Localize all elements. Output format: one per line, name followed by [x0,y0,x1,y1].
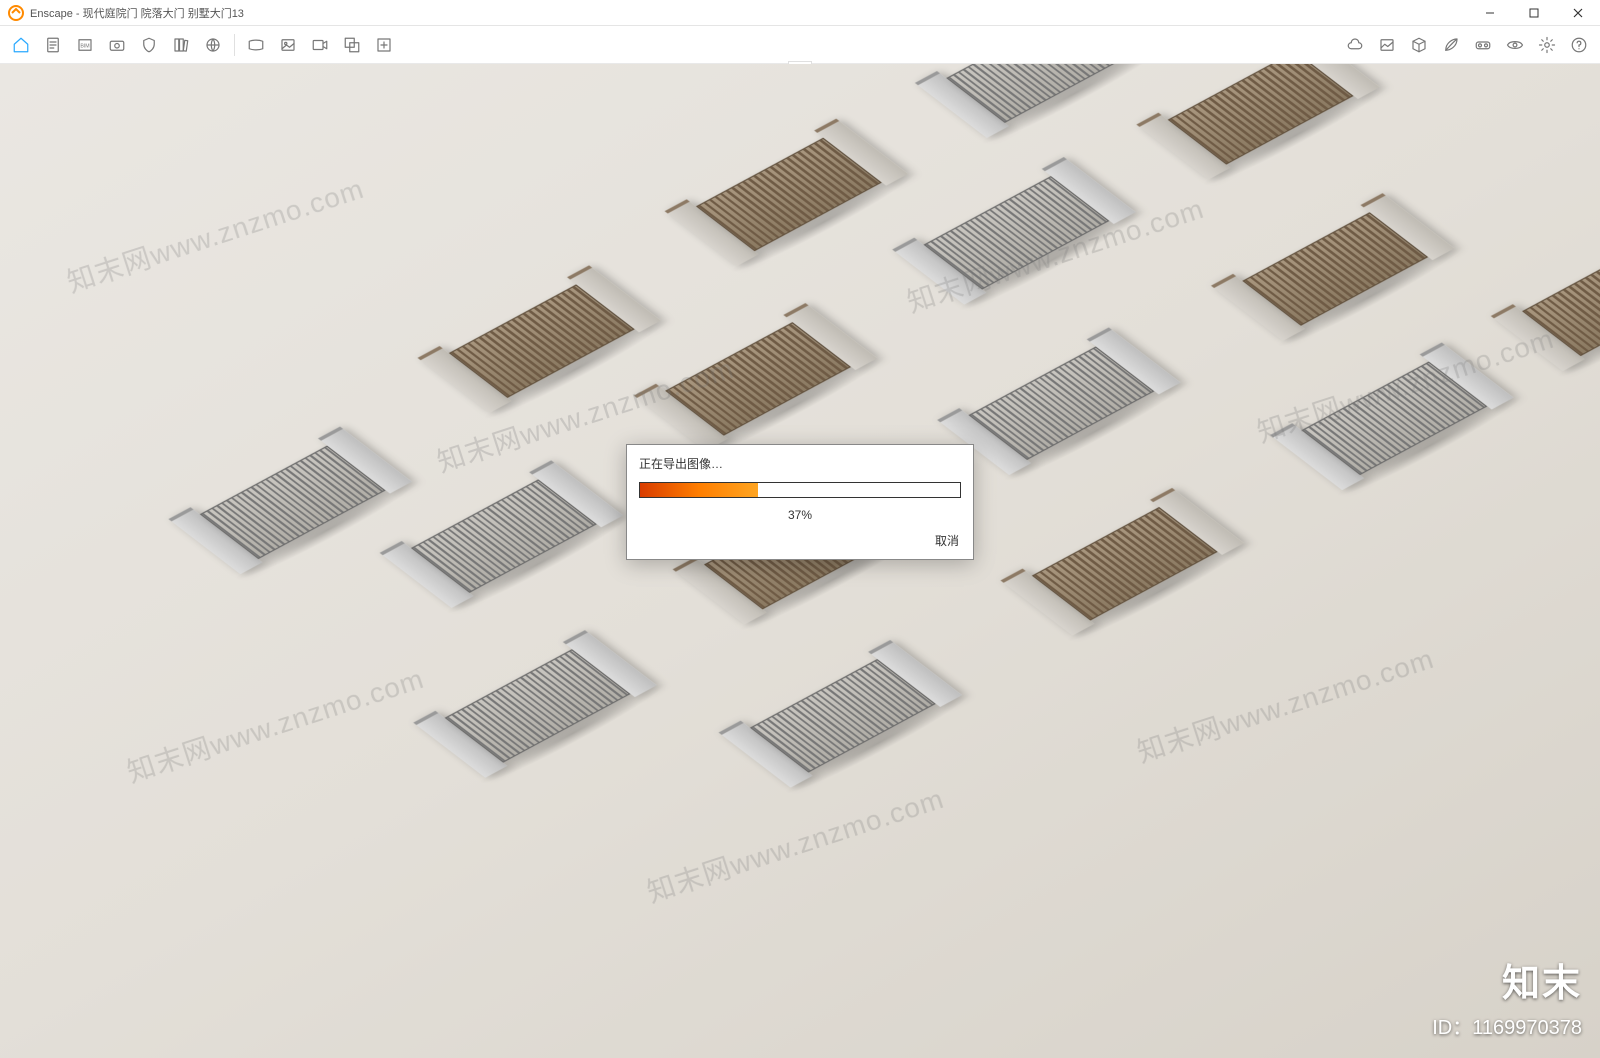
camera-icon[interactable] [102,30,132,60]
bim-icon[interactable]: BIM [70,30,100,60]
library-icon[interactable] [166,30,196,60]
window-minimize-button[interactable] [1468,0,1512,26]
gate-model [168,427,412,575]
gate-model [719,640,963,788]
batch-export-icon[interactable] [337,30,367,60]
brand-text: 知末 [1432,952,1582,1007]
main-toolbar: BIM ▲ [0,26,1600,64]
export-progress-dialog: 正在导出图像… 37% 取消 [626,444,974,560]
toolbar-group-right [1340,30,1594,60]
gate-model [915,64,1159,138]
svg-text:BIM: BIM [80,43,89,49]
window-close-button[interactable] [1556,0,1600,26]
toolbar-group-export [241,30,399,60]
video-export-icon[interactable] [305,30,335,60]
cloud-sync-icon[interactable] [1340,30,1370,60]
titlebar: Enscape - 现代庭院门 院落大门 别墅大门13 [0,0,1600,26]
corner-brand: 知末 ID：1169970378 [1432,952,1582,1040]
gate-model [634,303,878,451]
gate-model [417,265,661,413]
asset-id: ID：1169970378 [1432,1011,1582,1040]
globe-icon[interactable] [198,30,228,60]
gate-model [665,119,909,267]
gate-model [1000,488,1244,636]
watermark-text: 知末网www.znzmo.com [1131,637,1438,771]
help-icon[interactable] [1564,30,1594,60]
image-icon[interactable] [273,30,303,60]
gate-model [380,460,624,608]
image2-icon[interactable] [1372,30,1402,60]
vr-icon[interactable] [1468,30,1498,60]
document-icon[interactable] [38,30,68,60]
panorama-icon[interactable] [241,30,271,60]
cancel-button[interactable]: 取消 [935,532,959,549]
progress-bar-fill [640,483,758,497]
render-viewport[interactable]: 知末网www.znzmo.com知末网www.znzmo.com知末网www.z… [0,64,1600,1058]
toolbar-separator [234,34,235,56]
gate-model [1211,193,1455,341]
shield-icon[interactable] [134,30,164,60]
window-maximize-button[interactable] [1512,0,1556,26]
eye-icon[interactable] [1500,30,1530,60]
gate-model [892,157,1136,305]
export-settings-icon[interactable] [369,30,399,60]
gate-model [413,630,657,778]
settings-icon[interactable] [1532,30,1562,60]
dialog-title: 正在导出图像… [627,445,973,478]
gate-model [1491,223,1600,371]
gate-model [1136,64,1380,180]
gate-model [1270,342,1514,490]
watermark-text: 知末网www.znzmo.com [61,167,368,301]
progress-percent-label: 37% [627,502,973,532]
window-title: Enscape - 现代庭院门 院落大门 别墅大门13 [30,5,244,21]
app-icon [8,5,24,21]
home-icon[interactable] [6,30,36,60]
leaf-icon[interactable] [1436,30,1466,60]
toolbar-group-left: BIM [6,30,228,60]
cube-icon[interactable] [1404,30,1434,60]
progress-bar [639,482,961,498]
